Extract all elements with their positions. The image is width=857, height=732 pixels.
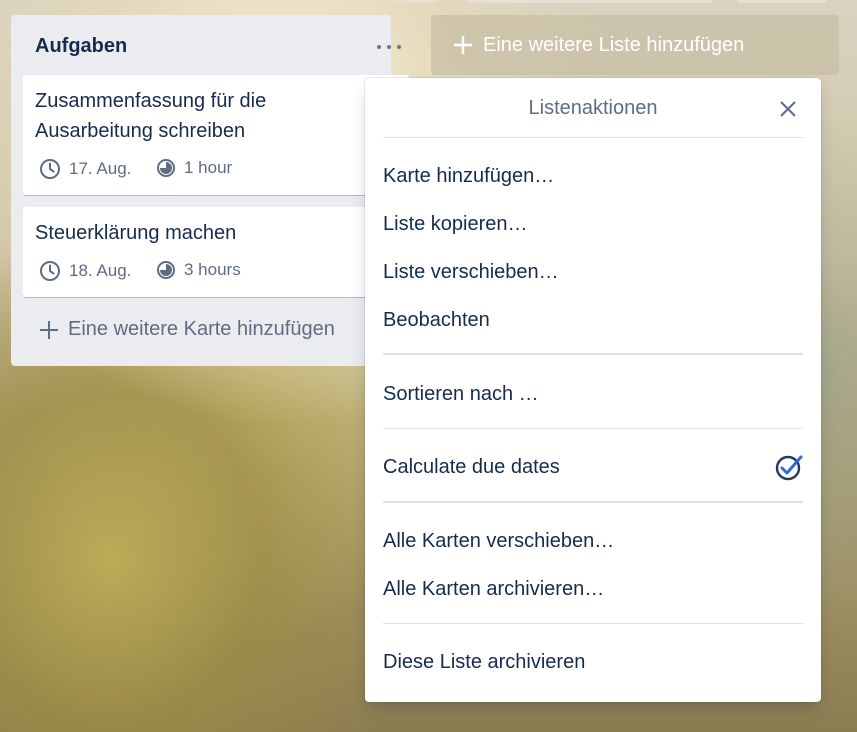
- divider: [383, 623, 803, 624]
- clock-icon: [40, 159, 60, 179]
- menu-item-add-card[interactable]: Karte hinzufügen…: [383, 156, 803, 196]
- divider: [383, 501, 803, 503]
- divider: [383, 137, 803, 138]
- estimate-text: 1 hour: [184, 158, 233, 177]
- list-title[interactable]: Aufgaben: [35, 35, 127, 58]
- progress-icon: [157, 159, 175, 177]
- board-header-button-stub[interactable]: [737, 0, 827, 3]
- clock-icon: [40, 261, 60, 281]
- due-date-badge: 17. Aug.: [39, 158, 131, 180]
- list-menu-button[interactable]: [377, 43, 401, 51]
- add-list-button[interactable]: Eine weitere Liste hinzufügen: [431, 15, 839, 75]
- popover-title: Listenaktionen: [528, 97, 658, 119]
- add-list-label: Eine weitere Liste hinzufügen: [483, 33, 745, 56]
- estimate-text: 3 hours: [184, 260, 241, 279]
- card[interactable]: Zusammenfassung für die Ausarbeitung sch…: [23, 75, 409, 195]
- progress-icon: [157, 261, 175, 279]
- menu-item-copy-list[interactable]: Liste kopieren…: [383, 204, 803, 244]
- menu-item-move-list[interactable]: Liste verschieben…: [383, 252, 803, 292]
- due-date-badge: 18. Aug.: [39, 260, 131, 282]
- dot: [397, 45, 401, 49]
- divider: [383, 428, 803, 429]
- add-card-label: Eine weitere Karte hinzufügen: [68, 318, 335, 340]
- due-date-text: 17. Aug.: [69, 159, 132, 178]
- menu-item-sort-by[interactable]: Sortieren nach …: [383, 374, 803, 414]
- card-title-line: Zusammenfassung für die: [35, 90, 267, 112]
- divider: [383, 353, 803, 355]
- check-clock-icon: [775, 455, 803, 481]
- dot: [377, 45, 381, 49]
- menu-item-archive-all-cards[interactable]: Alle Karten archivieren…: [383, 569, 803, 609]
- card-title-line: Ausarbeitung schreiben: [35, 120, 246, 142]
- card-title: Steuerklärung machen: [35, 222, 237, 244]
- plus-icon: [40, 320, 58, 339]
- menu-item-calculate-due-dates[interactable]: Calculate due dates: [383, 447, 803, 487]
- add-card-button[interactable]: Eine weitere Karte hinzufügen: [38, 318, 335, 341]
- card[interactable]: Steuerklärung machen 18. Aug. 3 hours: [23, 207, 409, 297]
- menu-item-label: Calculate due dates: [383, 455, 560, 478]
- menu-item-archive-list[interactable]: Diese Liste archivieren: [383, 642, 803, 682]
- estimate-badge: 3 hours: [156, 260, 241, 280]
- estimate-badge: 1 hour: [156, 158, 232, 178]
- board-header-button-stub[interactable]: [466, 0, 712, 3]
- dot: [387, 45, 391, 49]
- plus-icon: [454, 36, 472, 54]
- board-header-button-stub[interactable]: [393, 0, 439, 3]
- menu-item-move-all-cards[interactable]: Alle Karten verschieben…: [383, 521, 803, 561]
- due-date-text: 18. Aug.: [69, 261, 132, 280]
- close-icon[interactable]: [777, 98, 799, 120]
- list-actions-popover: Listenaktionen Karte hinzufügen… Liste k…: [365, 78, 821, 702]
- menu-item-watch[interactable]: Beobachten: [383, 300, 803, 340]
